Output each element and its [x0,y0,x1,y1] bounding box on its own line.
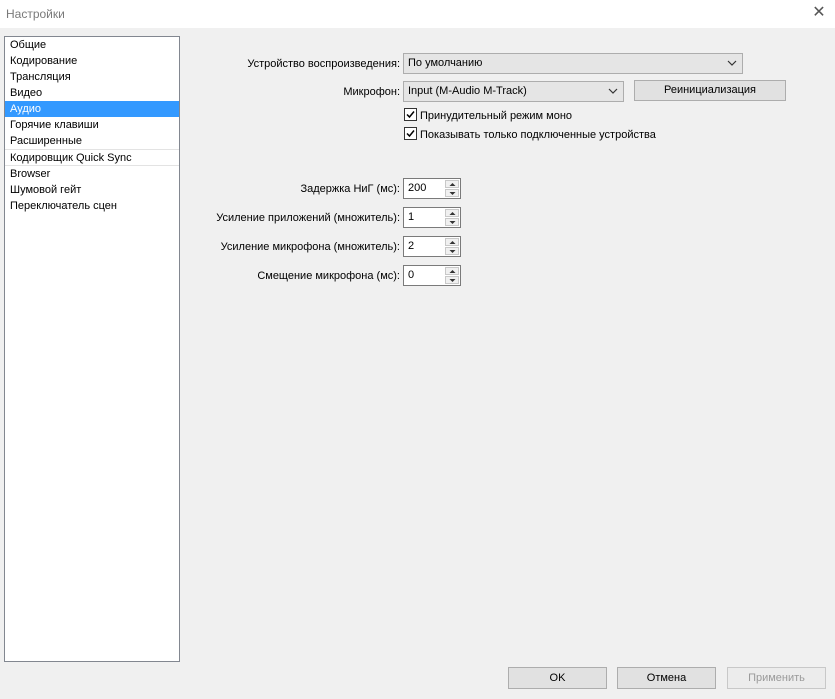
ok-button[interactable]: OK [508,667,607,689]
sidebar-item-quicksync[interactable]: Кодировщик Quick Sync [5,149,179,166]
sidebar-item-scene-switcher[interactable]: Переключатель сцен [5,198,179,214]
sidebar-item-noise-gate[interactable]: Шумовой гейт [5,182,179,198]
mic-offset-label: Смещение микрофона (мс): [257,270,400,282]
microphone-value: Input (M-Audio M-Track) [408,85,527,97]
sidebar-item-browser[interactable]: Browser [5,166,179,182]
sidebar-item-hotkeys[interactable]: Горячие клавиши [5,117,179,133]
latency-value[interactable]: 200 [408,182,426,194]
app-gain-value[interactable]: 1 [408,211,414,223]
spin-down-icon[interactable] [445,189,459,197]
mic-offset-value[interactable]: 0 [408,269,414,281]
spin-down-icon[interactable] [445,218,459,226]
playback-device-label: Устройство воспроизведения: [247,58,400,70]
app-gain-label: Усиление приложений (множитель): [216,212,400,224]
settings-window: Настройки ✕ Общие Кодирование Трансляция… [0,0,835,699]
mic-gain-value[interactable]: 2 [408,240,414,252]
latency-spinbox[interactable]: 200 [403,178,461,199]
playback-device-select[interactable]: По умолчанию [403,53,743,74]
microphone-label: Микрофон: [343,86,400,98]
sidebar-item-encoding[interactable]: Кодирование [5,53,179,69]
settings-category-list: Общие Кодирование Трансляция Видео Аудио… [4,36,180,662]
checkbox-checked-icon [404,108,417,121]
window-title: Настройки [6,7,65,21]
sidebar-item-general[interactable]: Общие [5,37,179,53]
spin-down-icon[interactable] [445,247,459,255]
sidebar-item-broadcast[interactable]: Трансляция [5,69,179,85]
cancel-button[interactable]: Отмена [617,667,716,689]
close-icon[interactable]: ✕ [809,3,829,23]
chevron-down-icon [608,88,618,94]
show-connected-only-label: Показывать только подключенные устройств… [420,129,656,141]
mic-offset-spinbox[interactable]: 0 [403,265,461,286]
sidebar-item-audio[interactable]: Аудио [5,101,179,117]
mic-gain-label: Усиление микрофона (множитель): [220,241,400,253]
app-gain-spinbox[interactable]: 1 [403,207,461,228]
apply-button[interactable]: Применить [727,667,826,689]
show-connected-only-checkbox[interactable]: Показывать только подключенные устройств… [404,127,656,141]
microphone-select[interactable]: Input (M-Audio M-Track) [403,81,624,102]
chevron-down-icon [727,60,737,66]
spin-down-icon[interactable] [445,276,459,284]
spin-up-icon[interactable] [445,267,459,275]
latency-label: Задержка НиГ (мс): [300,183,400,195]
spin-up-icon[interactable] [445,180,459,188]
sidebar-item-advanced[interactable]: Расширенные [5,133,179,149]
spin-up-icon[interactable] [445,209,459,217]
title-bar: Настройки ✕ [0,0,835,28]
playback-device-value: По умолчанию [408,57,483,69]
force-mono-label: Принудительный режим моно [420,110,573,122]
sidebar-item-video[interactable]: Видео [5,85,179,101]
force-mono-checkbox[interactable]: Принудительный режим моно [404,108,572,122]
checkbox-checked-icon [404,127,417,140]
spin-up-icon[interactable] [445,238,459,246]
reinitialize-button[interactable]: Реинициализация [634,80,786,101]
mic-gain-spinbox[interactable]: 2 [403,236,461,257]
